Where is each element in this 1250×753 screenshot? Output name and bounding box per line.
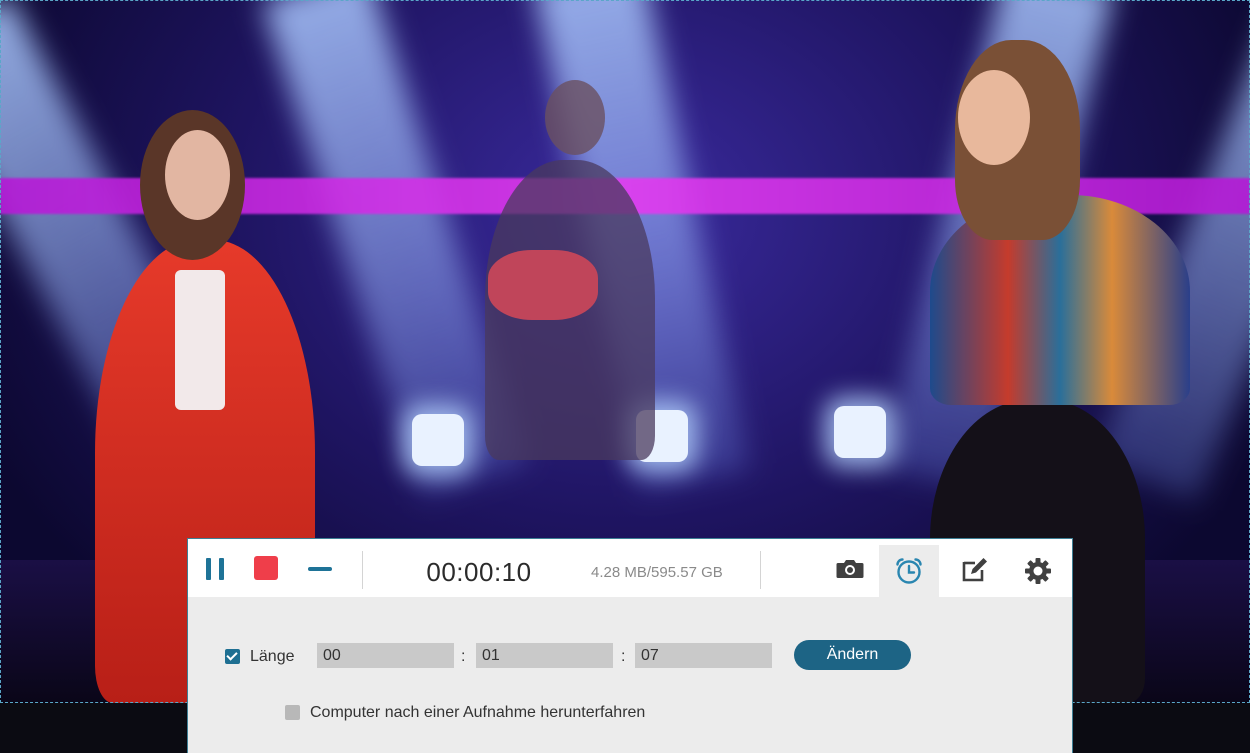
shutdown-checkbox[interactable] xyxy=(285,705,300,720)
stage-lamp xyxy=(412,414,464,466)
minimize-button[interactable] xyxy=(306,555,334,581)
edit-icon xyxy=(962,558,987,582)
alarm-clock-icon xyxy=(896,558,922,584)
time-separator: : xyxy=(461,648,466,665)
pause-icon xyxy=(206,558,211,580)
change-button[interactable]: Ändern xyxy=(794,640,911,670)
camera-icon xyxy=(836,560,864,578)
pause-button[interactable] xyxy=(202,556,228,582)
stage-lamp xyxy=(834,406,886,458)
length-label: Länge xyxy=(250,648,295,665)
guitar-figure xyxy=(488,250,598,320)
screen: 00:00:10 4.28 MB/595.57 GB Länge 00: 01… xyxy=(0,0,1250,753)
minimize-icon xyxy=(308,567,332,571)
toolbar-divider xyxy=(362,551,363,589)
schedule-task-button[interactable] xyxy=(879,545,939,597)
minutes-field[interactable]: 01 xyxy=(476,643,613,668)
singer-left-top xyxy=(175,270,225,410)
recorder-toolbar: 00:00:10 4.28 MB/595.57 GB xyxy=(188,539,1072,597)
edit-button[interactable] xyxy=(945,545,1005,597)
file-size-readout: 4.28 MB/595.57 GB xyxy=(591,564,723,581)
pause-icon-bar xyxy=(219,558,224,580)
singer-right-face xyxy=(958,70,1030,165)
hours-field[interactable]: 00 xyxy=(317,643,454,668)
stop-button[interactable] xyxy=(254,556,278,580)
settings-button[interactable] xyxy=(1008,545,1068,597)
singer-left-face xyxy=(165,130,230,220)
recorder-panel: 00:00:10 4.28 MB/595.57 GB Länge 00: 01… xyxy=(187,538,1073,753)
musician-head xyxy=(545,80,605,155)
shutdown-label: Computer nach einer Aufnahme herunterfah… xyxy=(310,704,646,721)
recording-timer: 00:00:10 xyxy=(426,557,532,587)
seconds-field[interactable]: 07 xyxy=(635,643,772,668)
gear-icon xyxy=(1025,558,1051,584)
time-separator: : xyxy=(621,648,626,665)
toolbar-divider xyxy=(760,551,761,589)
screenshot-button[interactable] xyxy=(820,545,880,597)
length-checkbox[interactable] xyxy=(225,649,240,664)
